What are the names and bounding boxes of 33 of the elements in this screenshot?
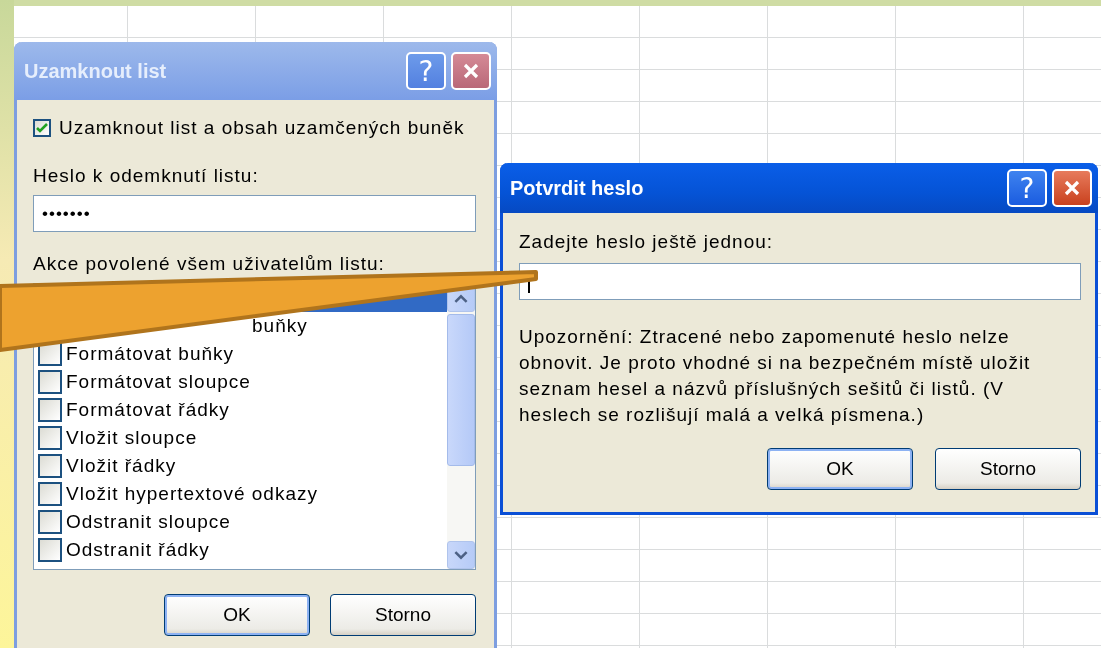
checkbox[interactable] bbox=[33, 119, 51, 137]
ok-button[interactable]: OK bbox=[164, 594, 310, 636]
cancel-button[interactable]: Storno bbox=[935, 448, 1081, 490]
list-item[interactable]: Vložit sloupce bbox=[34, 424, 447, 452]
help-button[interactable]: ? bbox=[1007, 169, 1047, 207]
list-item[interactable]: Odstranit řádky bbox=[34, 536, 447, 564]
checkbox[interactable] bbox=[38, 538, 62, 562]
field-label: Heslo k odemknutí listu: bbox=[33, 165, 260, 187]
list-item[interactable]: Odstranit sloupce bbox=[34, 508, 447, 536]
password-field[interactable] bbox=[519, 263, 1081, 300]
ok-button[interactable]: OK bbox=[767, 448, 913, 490]
list-item[interactable]: Vložit hypertextové odkazy bbox=[34, 480, 447, 508]
password-field[interactable]: ••••••• bbox=[33, 195, 476, 232]
warning-text: Upozornění: Ztracené nebo zapomenuté heslo nelze obnovit. Je proto vhodné si na bezpečném místě uložit seznam hesel a názvů příslušných sešitů či listů. (V heslech se rozlišují malá a velká písmena.) bbox=[519, 325, 1032, 427]
field-label: Zadejte heslo ještě jednou: bbox=[519, 231, 775, 253]
window-title: Uzamknout list bbox=[24, 59, 168, 83]
cancel-button[interactable]: Storno bbox=[330, 594, 476, 636]
checkbox[interactable] bbox=[38, 370, 62, 394]
close-button[interactable] bbox=[451, 52, 491, 90]
list-item[interactable]: Formátovat sloupce bbox=[34, 368, 447, 396]
checkbox[interactable] bbox=[38, 454, 62, 478]
list-item[interactable]: Formátovat řádky bbox=[34, 396, 447, 424]
checkbox[interactable] bbox=[38, 510, 62, 534]
list-item[interactable]: Vložit řádky bbox=[34, 452, 447, 480]
close-icon bbox=[461, 61, 481, 81]
checkbox[interactable] bbox=[38, 426, 62, 450]
close-icon bbox=[1062, 178, 1082, 198]
checkbox[interactable] bbox=[38, 482, 62, 506]
list-label: Akce povolené všem uživatelům listu: bbox=[33, 253, 386, 275]
close-button[interactable] bbox=[1052, 169, 1092, 207]
window-title: Potvrdit heslo bbox=[510, 176, 645, 200]
checkbox[interactable] bbox=[38, 398, 62, 422]
checkbox-label: Uzamknout list a obsah uzamčených buněk bbox=[59, 117, 465, 139]
